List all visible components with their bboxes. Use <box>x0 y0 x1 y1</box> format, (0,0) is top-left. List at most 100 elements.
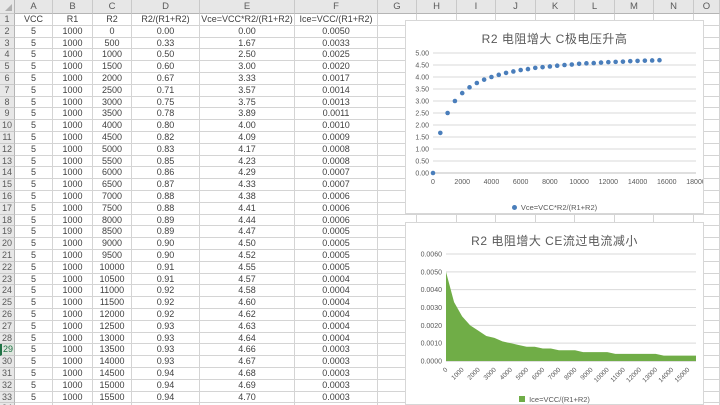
row-header-17[interactable]: 17 <box>0 203 15 215</box>
row-header-16[interactable]: 16 <box>0 191 15 203</box>
cell[interactable]: 0.0005 <box>295 238 378 250</box>
row-header-14[interactable]: 14 <box>0 167 15 179</box>
cell[interactable]: 0.92 <box>132 309 200 321</box>
cell[interactable]: 12000 <box>93 309 132 321</box>
cell[interactable]: 2500 <box>93 85 132 97</box>
cell[interactable]: R1 <box>53 14 93 26</box>
cell[interactable]: 0.0003 <box>295 380 378 392</box>
cell[interactable]: 3.33 <box>200 73 295 85</box>
cell[interactable]: 4.69 <box>200 380 295 392</box>
row-header-10[interactable]: 10 <box>0 120 15 132</box>
cell[interactable]: 4.66 <box>200 344 295 356</box>
row-header-26[interactable]: 26 <box>0 309 15 321</box>
cell[interactable]: 0.0006 <box>295 191 378 203</box>
row-header-21[interactable]: 21 <box>0 250 15 262</box>
cell[interactable]: 1000 <box>53 380 93 392</box>
row-header-30[interactable]: 30 <box>0 356 15 368</box>
cell[interactable]: 0.85 <box>132 156 200 168</box>
cell[interactable]: 1000 <box>53 38 93 50</box>
cell[interactable]: 0.91 <box>132 262 200 274</box>
cell[interactable]: 5 <box>15 333 53 345</box>
cell[interactable]: 4.47 <box>200 226 295 238</box>
column-header-F[interactable]: F <box>295 0 378 14</box>
cell[interactable]: 500 <box>93 38 132 50</box>
cell[interactable]: 1000 <box>53 297 93 309</box>
cell[interactable]: 0.33 <box>132 38 200 50</box>
cell[interactable]: 1000 <box>53 238 93 250</box>
cell[interactable]: 4.44 <box>200 215 295 227</box>
column-header-G[interactable]: G <box>378 0 417 14</box>
cell[interactable]: 2000 <box>93 73 132 85</box>
cell[interactable]: 0.78 <box>132 108 200 120</box>
cell[interactable]: 5 <box>15 262 53 274</box>
column-header-L[interactable]: L <box>575 0 615 14</box>
cell[interactable]: 9500 <box>93 250 132 262</box>
cell[interactable]: 1000 <box>53 226 93 238</box>
row-header-19[interactable]: 19 <box>0 226 15 238</box>
cell[interactable]: 1000 <box>53 120 93 132</box>
cell[interactable]: 4500 <box>93 132 132 144</box>
cell[interactable]: 0.0007 <box>295 167 378 179</box>
row-header-4[interactable]: 4 <box>0 49 15 61</box>
cell[interactable]: 1000 <box>53 61 93 73</box>
cell[interactable]: 1000 <box>53 179 93 191</box>
cell[interactable]: 5 <box>15 120 53 132</box>
cell[interactable]: 6000 <box>93 167 132 179</box>
column-header-I[interactable]: I <box>457 0 496 14</box>
cell[interactable]: 1000 <box>53 26 93 38</box>
cell[interactable]: 5 <box>15 285 53 297</box>
cell[interactable]: 4.63 <box>200 321 295 333</box>
cell[interactable]: 0.93 <box>132 321 200 333</box>
cell[interactable]: 1000 <box>53 344 93 356</box>
cell[interactable]: 5 <box>15 132 53 144</box>
cell[interactable]: 0.88 <box>132 203 200 215</box>
cell[interactable]: 5 <box>15 191 53 203</box>
cell[interactable]: 0.0003 <box>295 356 378 368</box>
cell[interactable]: 0.89 <box>132 226 200 238</box>
cell[interactable]: 5 <box>15 26 53 38</box>
cell[interactable]: 1000 <box>53 85 93 97</box>
cell[interactable]: 1000 <box>53 144 93 156</box>
cell[interactable]: R2 <box>93 14 132 26</box>
cell[interactable]: 0.0006 <box>295 203 378 215</box>
cell[interactable]: 5 <box>15 226 53 238</box>
column-header-J[interactable]: J <box>496 0 536 14</box>
row-header-33[interactable]: 33 <box>0 392 15 404</box>
cell[interactable]: 10500 <box>93 274 132 286</box>
cell[interactable]: 0.0013 <box>295 97 378 109</box>
cell[interactable]: 7500 <box>93 203 132 215</box>
cell[interactable]: 4.50 <box>200 238 295 250</box>
column-header-E[interactable]: E <box>200 0 295 14</box>
cell[interactable]: 0.91 <box>132 274 200 286</box>
row-header-28[interactable]: 28 <box>0 333 15 345</box>
cell[interactable]: 12500 <box>93 321 132 333</box>
cell[interactable]: 5 <box>15 356 53 368</box>
cell[interactable]: 0.94 <box>132 380 200 392</box>
cell[interactable]: 4.23 <box>200 156 295 168</box>
cell[interactable]: 4.60 <box>200 297 295 309</box>
cell[interactable]: 4.52 <box>200 250 295 262</box>
cell[interactable]: 11500 <box>93 297 132 309</box>
row-header-12[interactable]: 12 <box>0 144 15 156</box>
row-header-11[interactable]: 11 <box>0 132 15 144</box>
cell[interactable]: 0.0005 <box>295 262 378 274</box>
chart-vce-scatter[interactable]: R2 电阻增大 C极电压升高 0.000.501.001.502.002.503… <box>405 20 704 214</box>
cell[interactable]: 0.89 <box>132 215 200 227</box>
cell[interactable]: 3500 <box>93 108 132 120</box>
cell[interactable]: 11000 <box>93 285 132 297</box>
cell[interactable]: 5 <box>15 215 53 227</box>
row-header-2[interactable]: 2 <box>0 26 15 38</box>
cell[interactable]: 0.82 <box>132 132 200 144</box>
cell[interactable]: 15500 <box>93 392 132 404</box>
cell[interactable]: 5 <box>15 274 53 286</box>
cell[interactable]: 0.0004 <box>295 274 378 286</box>
cell[interactable]: 0.88 <box>132 191 200 203</box>
column-header-O[interactable]: O <box>694 0 720 14</box>
cell[interactable]: 0.0004 <box>295 297 378 309</box>
column-header-A[interactable]: A <box>15 0 53 14</box>
row-header-18[interactable]: 18 <box>0 215 15 227</box>
cell[interactable]: 0.50 <box>132 49 200 61</box>
cell[interactable]: 0.0005 <box>295 226 378 238</box>
cell[interactable]: 0.94 <box>132 392 200 404</box>
chart-ice-area[interactable]: R2 电阻增大 CE流过电流减小 0.00000.00100.00200.003… <box>405 222 704 405</box>
